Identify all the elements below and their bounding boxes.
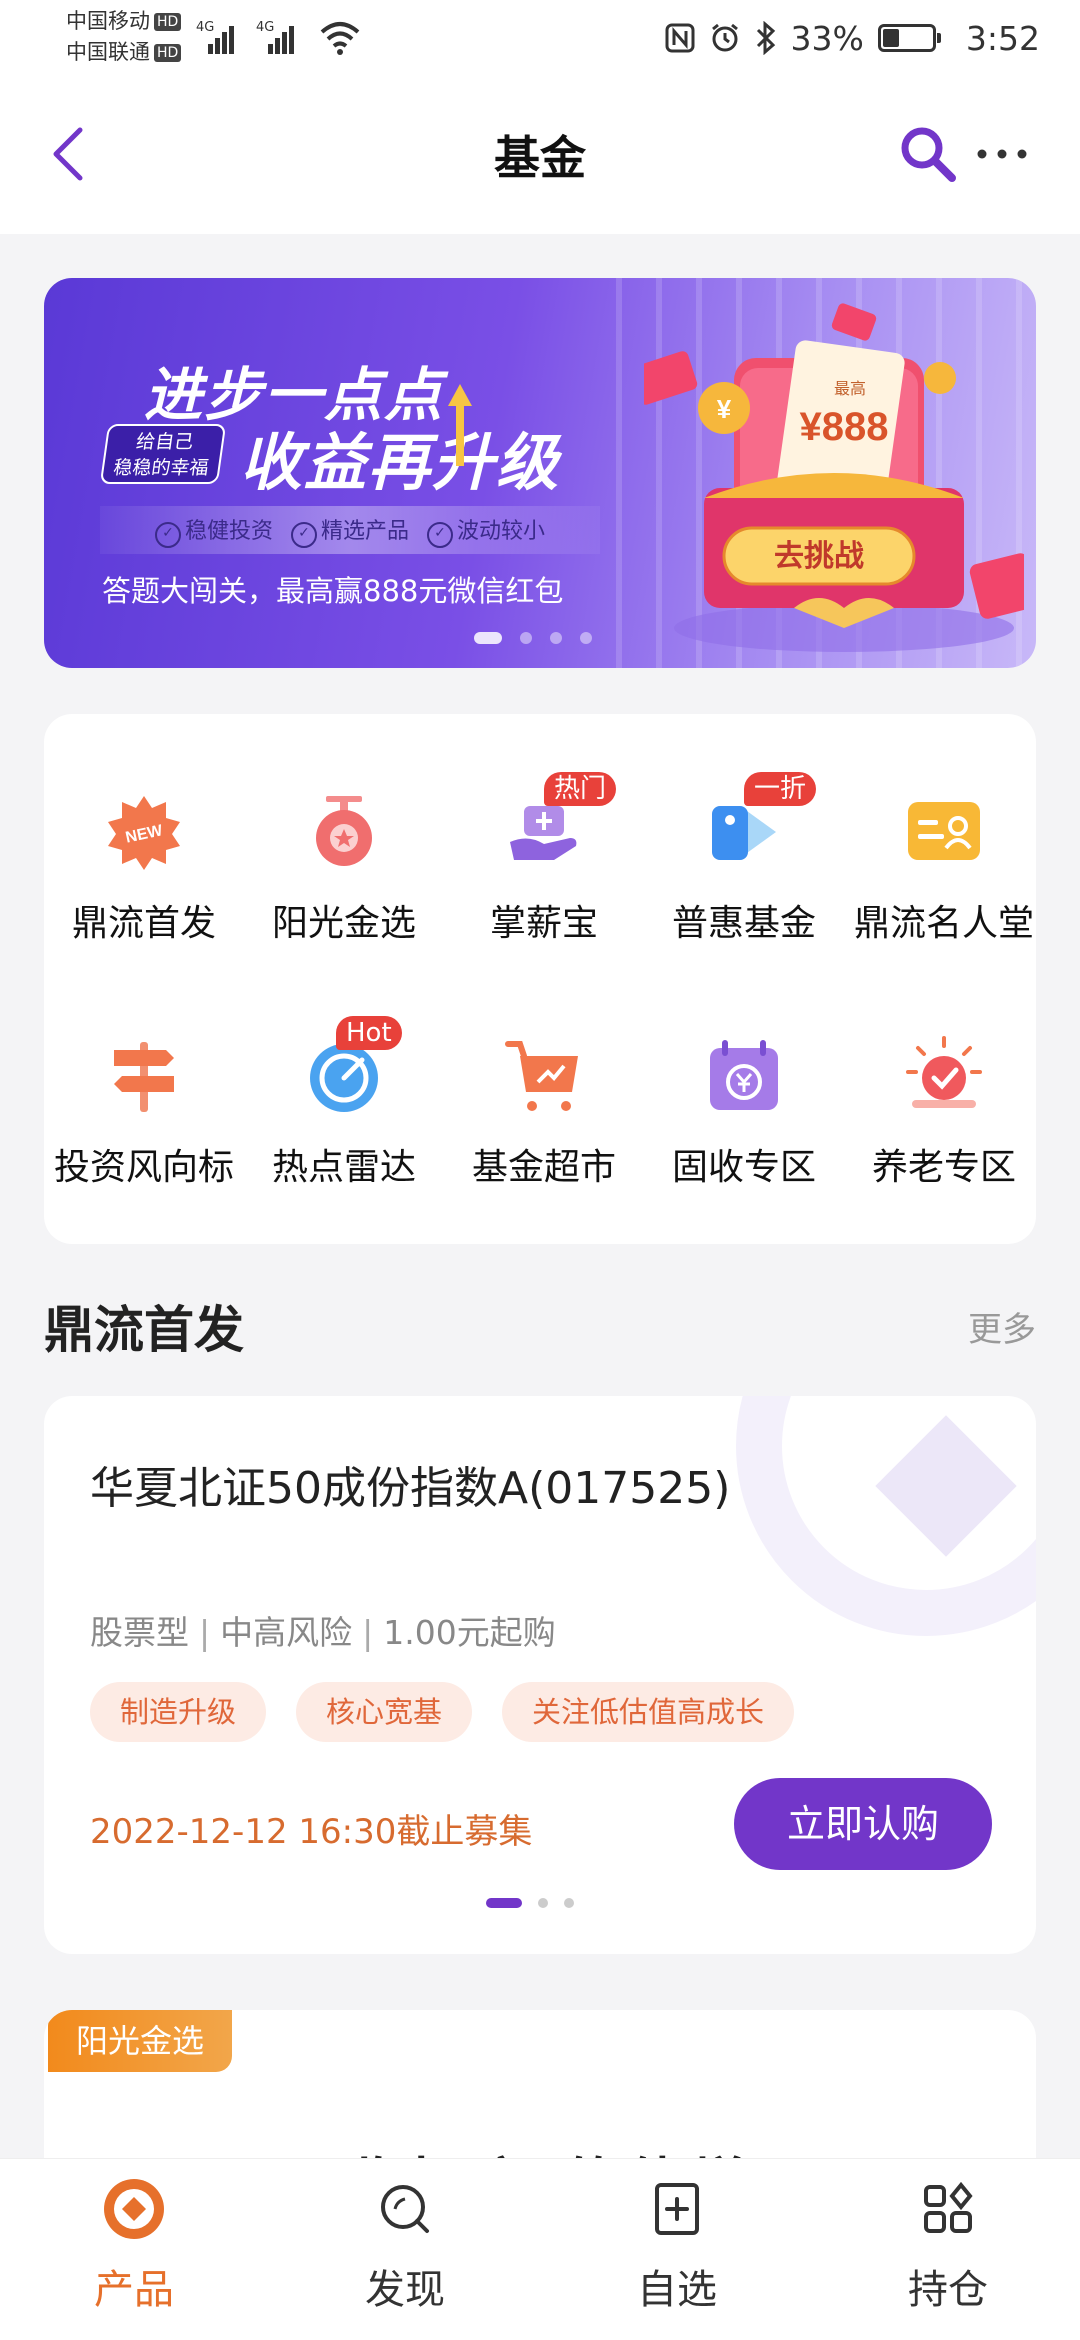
banner-dot [520,632,532,644]
signpost-icon [114,1042,174,1112]
banner-tags: 稳健投资 精选产品 波动较小 [100,506,600,554]
nav-label: 持仓 [908,2267,988,2313]
banner-tag: 精选产品 [291,513,409,548]
new-burst-icon: NEW [108,796,180,870]
carrier-info: 中国移动 HD 中国联通 HD [66,6,182,68]
fund-tag: 关注低估值高成长 [502,1682,795,1742]
promo-banner[interactable]: 进步一点点 给自己 稳稳的幸福 收益再升级 稳健投资 精选产品 波动较小 答题大… [44,278,1036,668]
fund-tags: 制造升级 核心宽基 关注低估值高成长 [90,1682,795,1742]
banner-sub-line-2: 稳稳的幸福 [111,457,211,479]
fund-min-buy: 1.00元起购 [383,1613,556,1652]
banner-description: 答题大闯关，最高赢888元微信红包 [102,574,564,608]
holdings-icon [924,2181,973,2233]
menu-item-hall-of-fame[interactable]: 鼎流名人堂 [844,792,1044,992]
medal-icon [316,796,372,866]
ticket-amount: ¥888 [800,405,889,449]
wifi-icon [320,22,360,55]
calendar-yen-icon [710,1040,778,1110]
menu-item-investment-signpost[interactable]: 投资风向标 [44,1036,244,1236]
banner-pagination [474,632,592,644]
menu-item-pension[interactable]: 养老专区 [844,1036,1044,1236]
quick-menu: NEW 鼎流首发 阳光金选 热门 掌薪宝 一折 普惠基金 鼎流名人堂 投资风向标… [44,714,1036,1244]
battery-fill [882,29,899,47]
nav-tab-discover[interactable]: 发现 [305,2177,505,2337]
shopping-cart-icon [505,1041,578,1111]
menu-item-salary-treasure[interactable]: 热门 掌薪宝 [444,772,644,992]
app-header: 基金 [0,78,1080,234]
page-dot-active [486,1898,522,1908]
sunshine-select-tag: 阳光金选 [48,2010,233,2072]
battery-icon [877,24,941,52]
alarm-icon [711,23,738,52]
nav-tab-product[interactable]: 产品 [34,2177,234,2337]
up-arrow-icon [448,384,472,466]
hd-badge-2: HD [154,44,182,62]
fund-tag: 核心宽基 [296,1682,473,1742]
fund-card[interactable]: 华夏北证50成份指数A(017525) 股票型 | 中高风险 | 1.00元起购 制造升… [44,1396,1036,1954]
banner-sub-line-1: 给自己 [134,431,195,453]
bottom-navigation: 产品 发现 自选 持仓 [0,2158,1080,2340]
bluetooth-icon [756,21,775,55]
subscribe-button[interactable]: 立即认购 [734,1778,992,1870]
carrier-2: 中国联通 [66,40,150,64]
meta-separator: | [362,1613,374,1652]
nav-label: 自选 [637,2267,717,2313]
menu-item-sunshine-select[interactable]: 阳光金选 [244,792,444,992]
battery-percent: 33% [790,18,864,58]
page-dot [564,1898,574,1908]
nav-tab-watchlist[interactable]: 自选 [577,2177,777,2337]
banner-dot [550,632,562,644]
signal-1-icon: 4G [196,18,236,54]
red-envelope-illustration: 最高 ¥888 ¥ 去挑战 [644,303,1024,652]
menu-label: 养老专区 [871,1147,1016,1188]
menu-item-inclusive-fund[interactable]: 一折 普惠基金 [644,772,844,992]
menu-item-dingliu-launch[interactable]: NEW 鼎流首发 [44,792,244,992]
nfc-icon [665,23,695,53]
menu-label: 鼎流名人堂 [853,903,1034,944]
menu-item-fund-supermarket[interactable]: 基金超市 [444,1036,644,1236]
ticket-label: 最高 [834,380,866,398]
discover-icon [381,2185,429,2233]
banner-headline-2: 收益再升级 [240,426,561,499]
carrier-1: 中国移动 [66,9,150,33]
hot-badge: 热门 [544,772,617,806]
meta-separator: | [199,1613,211,1652]
fund-risk: 中高风险 [220,1613,353,1652]
banner-sub-badge: 给自己 稳稳的幸福 [99,424,227,484]
menu-item-hotspot-radar[interactable]: Hot 热点雷达 [244,1016,444,1236]
status-bar: 中国移动 HD 中国联通 HD 4G 4G 33% 3:52 [0,0,1080,78]
nav-label: 产品 [94,2267,174,2313]
fund-deadline: 2022-12-12 16:30截止募集 [90,1812,533,1852]
banner-cta: 去挑战 [774,540,864,573]
nav-tab-holdings[interactable]: 持仓 [848,2177,1048,2337]
more-options-icon[interactable] [974,130,1030,178]
fund-type: 股票型 [90,1613,189,1652]
fund-tag: 制造升级 [90,1682,267,1742]
nav-label: 发现 [365,2267,445,2313]
search-icon[interactable] [896,122,960,186]
section-title: 鼎流首发 [44,1301,244,1359]
product-icon [104,2179,164,2239]
network-type-2: 4G [256,20,275,35]
banner-dot-active [474,632,502,644]
fund-name: 华夏北证50成份指数A(017525) [90,1463,731,1514]
clock: 3:52 [965,18,1040,58]
menu-item-fixed-income[interactable]: 固收专区 [644,1036,844,1236]
banner-tag: 波动较小 [427,513,545,548]
check-lamp-icon [906,1036,982,1108]
section-more-link[interactable]: 更多 [968,1302,1036,1351]
hd-badge-1: HD [154,13,182,31]
coin-symbol: ¥ [717,394,732,424]
signal-2-icon: 4G [256,18,312,54]
watchlist-icon [655,2183,699,2235]
fund-meta: 股票型 | 中高风险 | 1.00元起购 [90,1606,556,1654]
fund-pagination [486,1898,574,1908]
id-card-icon [908,802,980,860]
banner-tag: 稳健投资 [155,513,273,548]
hot-badge: Hot [336,1016,402,1050]
network-type-1: 4G [196,20,215,35]
page-dot [538,1898,548,1908]
banner-dot [580,632,592,644]
discount-badge: 一折 [744,772,817,806]
